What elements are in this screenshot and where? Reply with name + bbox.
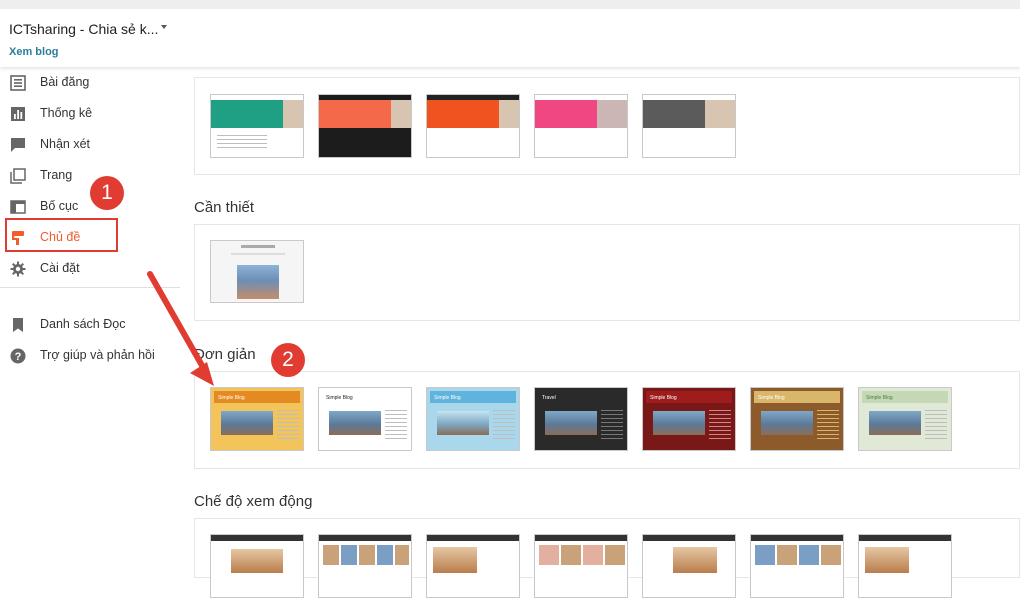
annotation-arrow bbox=[147, 271, 214, 386]
